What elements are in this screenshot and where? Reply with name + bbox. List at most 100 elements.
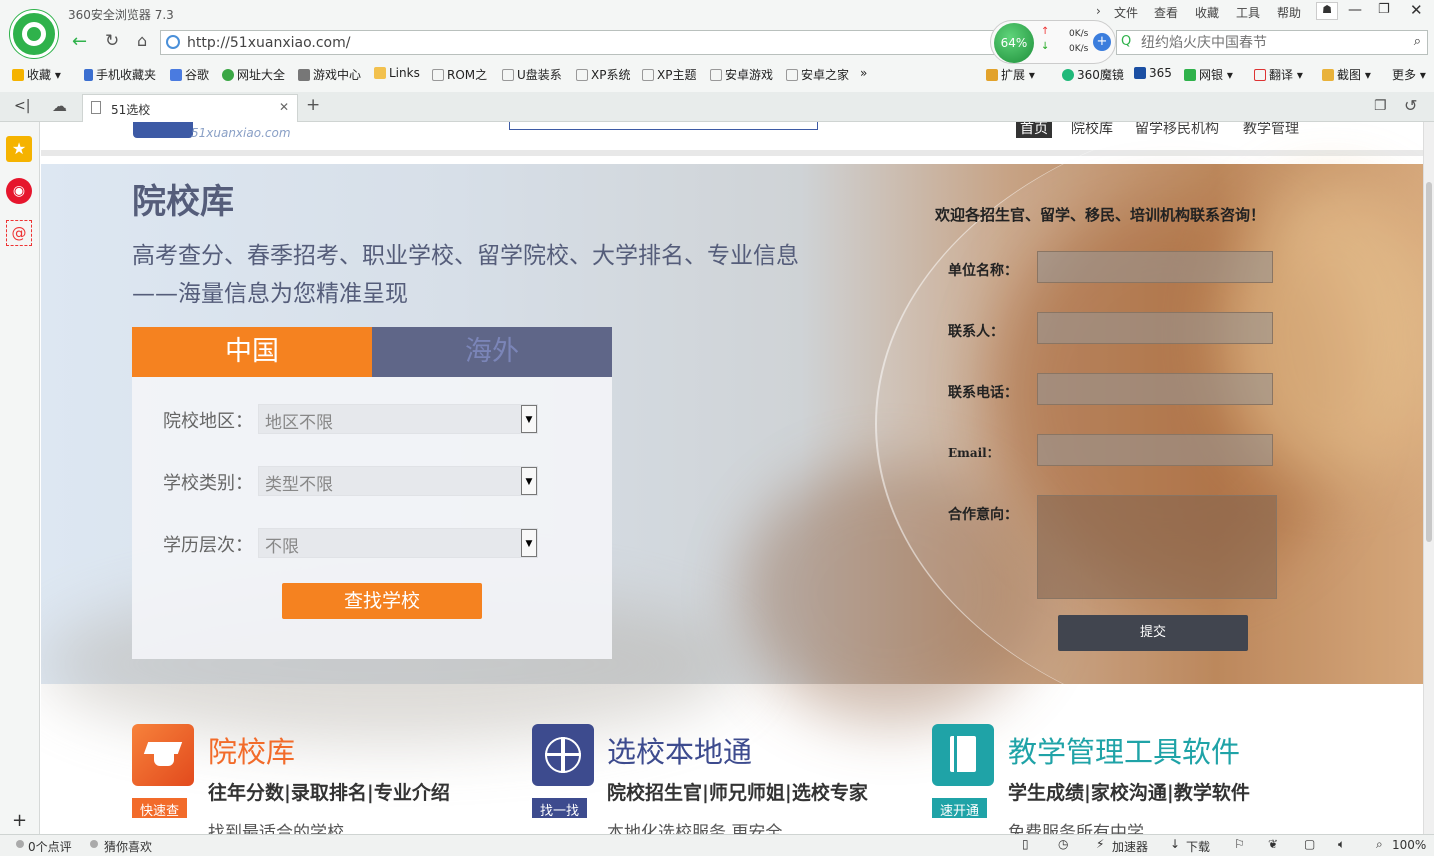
maximize-icon[interactable]: ❐ — [1378, 2, 1390, 17]
bookmark-usb[interactable]: U盘装系 — [502, 66, 562, 83]
level-select[interactable]: 不限 ▼ — [258, 528, 538, 558]
ext-365[interactable]: 365 — [1134, 66, 1172, 80]
window-icon[interactable]: ▢ — [1304, 837, 1315, 851]
add-icon[interactable]: + — [1093, 33, 1111, 51]
download[interactable]: 下载 — [1186, 838, 1210, 855]
phone-icon[interactable]: ▯ — [1022, 837, 1029, 851]
search-input[interactable] — [1141, 33, 1401, 52]
add-sidebar-icon[interactable]: + — [12, 810, 27, 831]
tab-bar: <| ☁ 51选校 ✕ + ❐ ↺ — [0, 92, 1434, 122]
skin-icon[interactable]: ☗ — [1316, 2, 1338, 20]
tab-china[interactable]: 中国 — [132, 327, 372, 377]
region-select[interactable]: 地区不限 ▼ — [258, 404, 538, 434]
comment-count[interactable]: 0个点评 — [28, 838, 72, 855]
refresh-icon[interactable]: ↻ — [105, 31, 119, 51]
org-name-label: 单位名称： — [948, 263, 1018, 279]
feature-title-3[interactable]: 教学管理工具软件 — [1008, 729, 1240, 771]
browser-logo-icon[interactable] — [10, 10, 58, 58]
globe-network-icon[interactable] — [532, 724, 594, 786]
vertical-scrollbar[interactable] — [1423, 122, 1434, 834]
region-label: 院校地区： — [163, 411, 253, 432]
chevron-down-icon[interactable]: ▼ — [521, 467, 537, 495]
org-name-input[interactable] — [1037, 251, 1273, 283]
bookmark-xp-theme[interactable]: XP主题 — [642, 66, 696, 83]
home-icon[interactable]: ⌂ — [137, 31, 147, 50]
menu-view[interactable]: 查看 — [1154, 4, 1178, 21]
bookmark-overflow-icon[interactable]: » — [860, 66, 867, 80]
bookmark-nav[interactable]: 网址大全 — [222, 66, 285, 83]
cloud-icon[interactable]: ☁ — [52, 97, 67, 115]
ext-more[interactable]: 更多 ▾ — [1392, 66, 1426, 83]
bookmark-android-home[interactable]: 安卓之家 — [786, 66, 849, 83]
url-text: http://51xuanxiao.com/ — [187, 35, 351, 51]
school-search-panel: 中国 海外 院校地区： 地区不限 ▼ 学校类别： 类型不限 ▼ 学历层次： 不限… — [132, 327, 612, 659]
new-tab-button[interactable]: + — [306, 95, 320, 115]
bookmark-google[interactable]: 谷歌 — [170, 66, 209, 83]
zoom-level[interactable]: 100% — [1392, 838, 1426, 852]
search-icon[interactable]: ⌕ — [1414, 34, 1421, 49]
site-logo[interactable] — [133, 122, 193, 138]
minimize-icon[interactable]: — — [1348, 2, 1362, 18]
bookmark-mobile[interactable]: 手机收藏夹 — [84, 66, 156, 83]
leaf-icon[interactable]: ❦ — [1268, 837, 1278, 851]
book-icon[interactable] — [932, 724, 994, 786]
close-tab-icon[interactable]: ✕ — [279, 100, 289, 114]
search-box[interactable]: Q ⌕ — [1116, 30, 1428, 55]
scrollbar-thumb[interactable] — [1426, 182, 1432, 542]
mail-icon[interactable]: @ — [6, 220, 32, 246]
bookmark-favorites[interactable]: 收藏 ▾ — [12, 66, 61, 83]
menu-help[interactable]: 帮助 — [1277, 4, 1301, 21]
find-school-button[interactable]: 查找学校 — [282, 583, 482, 619]
cpu-ball[interactable]: 64% — [994, 23, 1034, 63]
browser-title: 360安全浏览器 7.3 — [68, 8, 174, 22]
bookmark-android-games[interactable]: 安卓游戏 — [710, 66, 773, 83]
ext-mirror[interactable]: 360魔镜 — [1062, 66, 1124, 83]
net-down-value: 0K/s — [1069, 44, 1089, 54]
page-icon — [710, 69, 722, 81]
nav-schools[interactable]: 院校库 — [1071, 122, 1113, 138]
history-icon[interactable]: ◷ — [1058, 837, 1068, 851]
bookmark-games[interactable]: 游戏中心 — [298, 66, 361, 83]
contact-person-input[interactable] — [1037, 312, 1273, 344]
menu-file[interactable]: 文件 — [1114, 4, 1138, 21]
close-window-icon[interactable]: ✕ — [1410, 1, 1423, 19]
undo-close-icon[interactable]: ↺ — [1404, 96, 1417, 115]
weibo-icon[interactable]: ◉ — [6, 178, 32, 204]
flag-icon[interactable]: ⚐ — [1234, 837, 1245, 851]
menu-favorites[interactable]: 收藏 — [1195, 4, 1219, 21]
volume-icon[interactable]: 🔈︎ — [1338, 837, 1345, 852]
feature-title-1[interactable]: 院校库 — [208, 729, 295, 771]
bookmark-xp-system[interactable]: XP系统 — [576, 66, 630, 83]
graduation-cap-icon[interactable] — [132, 724, 194, 786]
type-select[interactable]: 类型不限 ▼ — [258, 466, 538, 496]
net-speed-widget[interactable]: 64% 0K/s 0K/s ↑ ↓ + — [990, 20, 1116, 64]
guess-you-like[interactable]: 猜你喜欢 — [104, 838, 152, 855]
search-engine-icon[interactable]: Q — [1121, 34, 1131, 49]
chevron-down-icon[interactable]: ▼ — [521, 405, 537, 433]
menu-tools[interactable]: 工具 — [1236, 4, 1260, 21]
ext-translate[interactable]: 翻译 ▾ — [1254, 66, 1303, 83]
nav-home[interactable]: 首页 — [1016, 122, 1052, 138]
tab-overseas[interactable]: 海外 — [372, 327, 612, 377]
favorites-star-icon[interactable]: ★ — [6, 136, 32, 162]
submit-button[interactable]: 提交 — [1058, 615, 1248, 651]
tab-51xuanxiao[interactable]: 51选校 ✕ — [82, 94, 298, 122]
sidebar-toggle-icon[interactable]: <| — [14, 98, 30, 114]
phone-input[interactable] — [1037, 373, 1273, 405]
email-field[interactable] — [1037, 434, 1273, 466]
accelerator[interactable]: 加速器 — [1112, 838, 1148, 855]
ext-screenshot[interactable]: 截图 ▾ — [1322, 66, 1371, 83]
menu-arrow-icon[interactable]: › — [1096, 4, 1101, 18]
back-icon[interactable]: ← — [72, 31, 87, 52]
restore-tabs-icon[interactable]: ❐ — [1374, 98, 1387, 114]
feature-title-2[interactable]: 选校本地通 — [607, 729, 752, 771]
address-bar[interactable]: http://51xuanxiao.com/ — [160, 30, 1022, 55]
chevron-down-icon[interactable]: ▼ — [521, 529, 537, 557]
header-search-box[interactable] — [509, 122, 818, 130]
bookmark-links[interactable]: Links — [374, 66, 420, 80]
hero-subtitle: 高考查分、春季招考、职业学校、留学院校、大学排名、专业信息 — [132, 243, 799, 269]
ext-extensions[interactable]: 扩展 ▾ — [986, 66, 1035, 83]
intent-textarea[interactable] — [1037, 495, 1277, 599]
bookmark-rom[interactable]: ROM之 — [432, 66, 487, 83]
ext-bank[interactable]: 网银 ▾ — [1184, 66, 1233, 83]
